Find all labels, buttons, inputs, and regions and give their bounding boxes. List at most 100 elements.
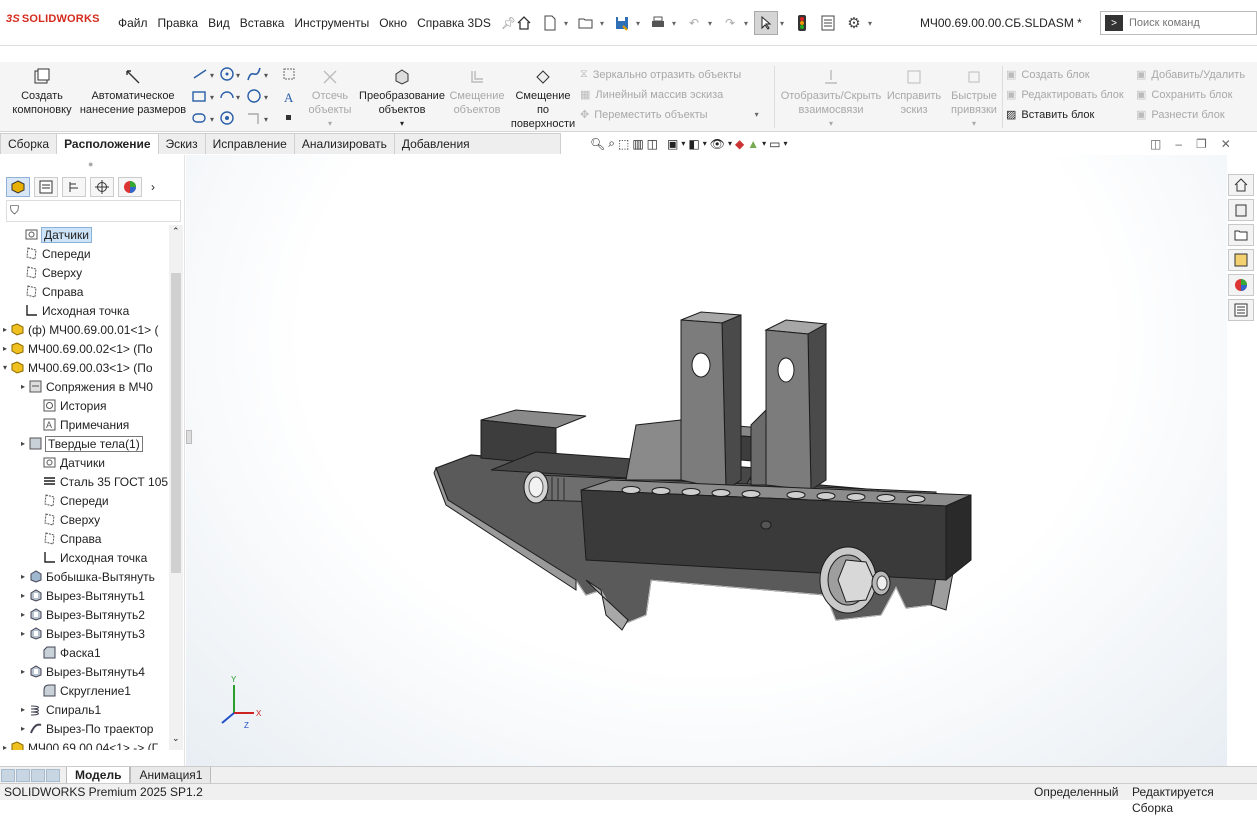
expand-toggle-icon[interactable]: ▸	[0, 344, 10, 353]
solidworks-logo[interactable]: 3S SOLIDWORKS	[6, 13, 116, 33]
expand-toggle-icon[interactable]: ▸	[18, 610, 28, 619]
expand-toggle-icon[interactable]: ▸	[18, 629, 28, 638]
tree-item[interactable]: ▸ Вырез-Вытянуть2	[18, 605, 145, 624]
expand-toggle-icon[interactable]: ▸	[18, 382, 28, 391]
tree-item[interactable]: ▸ Вырез-Вытянуть3	[18, 624, 145, 643]
design-library-icon[interactable]	[1228, 199, 1254, 221]
insert-block-button[interactable]: ▨ Вставить блок	[1006, 105, 1094, 124]
convert-entities-button[interactable]: Преобразование объектов ▾	[357, 68, 447, 131]
tree-item[interactable]: ▸ Спираль1	[18, 700, 101, 719]
select-dropdown-icon[interactable]: ▾	[780, 19, 788, 28]
undo-icon[interactable]: ↶	[682, 11, 706, 35]
last-tab-icon[interactable]	[46, 768, 60, 782]
tree-item[interactable]: Фаска1	[32, 643, 101, 662]
print-dropdown-icon[interactable]: ▾	[672, 19, 680, 28]
view-orientation-icon[interactable]: ▣	[667, 137, 678, 151]
menu-edit[interactable]: Правка	[158, 16, 199, 30]
next-tab-icon[interactable]	[31, 768, 45, 782]
file-properties-icon[interactable]	[816, 11, 840, 35]
create-layout-button[interactable]: Создать компоновку	[2, 68, 82, 117]
dimxpert-tab-icon[interactable]	[90, 177, 114, 197]
appearances-icon[interactable]	[1228, 274, 1254, 296]
prev-tab-icon[interactable]	[16, 768, 30, 782]
edit-block-button[interactable]: ▣ Редактировать блок	[1006, 85, 1124, 104]
expand-toggle-icon[interactable]: ▸	[0, 743, 10, 750]
expand-toggle-icon[interactable]: ▸	[18, 667, 28, 676]
tab-layout[interactable]: Расположение	[56, 133, 159, 154]
expand-toggle-icon[interactable]: ▾	[0, 363, 10, 372]
restore-icon[interactable]: ❐	[1196, 137, 1207, 151]
tree-item[interactable]: ▸ Вырез-По траектор	[18, 719, 153, 738]
tree-item[interactable]: Датчики	[32, 453, 105, 472]
menu-tools[interactable]: Инструменты	[294, 16, 369, 30]
new-document-icon[interactable]	[538, 11, 562, 35]
tile-icon[interactable]: ◫	[1150, 137, 1161, 151]
section-view-icon[interactable]: ▥	[632, 137, 643, 151]
move-dropdown-icon[interactable]: ▾	[755, 110, 759, 119]
expand-toggle-icon[interactable]: ▸	[0, 325, 10, 334]
move-entities-button[interactable]: ✥ Переместить объекты ▾	[580, 105, 759, 124]
expand-toggle-icon[interactable]: ▸	[18, 591, 28, 600]
panel-tabs-more-icon[interactable]: ›	[146, 177, 160, 197]
feature-manager-tab-icon[interactable]	[6, 177, 30, 197]
scene-icon[interactable]: ▲	[747, 137, 759, 151]
save-block-button[interactable]: ▣ Сохранить блок	[1136, 85, 1232, 104]
tree-item[interactable]: Датчики	[14, 225, 92, 244]
redo-dropdown-icon[interactable]: ▾	[744, 19, 752, 28]
expand-toggle-icon[interactable]: ▸	[18, 572, 28, 581]
auto-dimension-button[interactable]: Автоматическое нанесение размеров	[78, 68, 188, 117]
property-manager-tab-icon[interactable]	[34, 177, 58, 197]
tree-item[interactable]: Исходная точка	[32, 548, 147, 567]
menu-view[interactable]: Вид	[208, 16, 230, 30]
tree-item[interactable]: ▸ Вырез-Вытянуть4	[18, 662, 145, 681]
tree-item[interactable]: Сталь 35 ГОСТ 1050	[32, 472, 168, 491]
file-explorer-icon[interactable]	[1228, 224, 1254, 246]
home-icon[interactable]	[512, 11, 536, 35]
view-palette-icon[interactable]	[1228, 249, 1254, 271]
tab-sketch[interactable]: Эскиз	[157, 133, 206, 154]
new-dropdown-icon[interactable]: ▾	[564, 19, 572, 28]
command-search[interactable]: >	[1100, 11, 1257, 35]
display-monitor-icon[interactable]: ▭	[769, 137, 780, 151]
open-dropdown-icon[interactable]: ▾	[600, 19, 608, 28]
open-folder-icon[interactable]	[574, 11, 598, 35]
panel-collapse-handle[interactable]	[186, 430, 192, 444]
tree-item[interactable]: ▸ МЧ00.69.00.02<1> (По	[0, 339, 153, 358]
assembly-model[interactable]	[426, 290, 986, 640]
graphics-area[interactable]: Y X Z	[186, 155, 1227, 766]
tree-item[interactable]: История	[32, 396, 107, 415]
first-tab-icon[interactable]	[1, 768, 15, 782]
zoom-area-icon[interactable]: ⌕	[608, 136, 615, 151]
previous-view-icon[interactable]: ⬚	[618, 137, 629, 151]
configuration-manager-tab-icon[interactable]	[62, 177, 86, 197]
appearance-icon[interactable]: ◆	[735, 137, 744, 151]
scroll-down-icon[interactable]: ⌄	[172, 733, 180, 744]
repair-sketch-button[interactable]: Исправить эскиз	[884, 68, 944, 117]
menu-help[interactable]: Справка 3DS	[417, 16, 491, 30]
expand-toggle-icon[interactable]: ▸	[18, 705, 28, 714]
undo-dropdown-icon[interactable]: ▾	[708, 19, 716, 28]
mirror-entities-button[interactable]: ⧖ Зеркально отразить объекты	[580, 65, 741, 84]
redo-icon[interactable]: ↷	[718, 11, 742, 35]
tree-item[interactable]: ▸ (ф) МЧ00.69.00.01<1> (	[0, 320, 159, 339]
tab-repair[interactable]: Исправление	[204, 133, 295, 154]
tree-item[interactable]: Спереди	[14, 244, 91, 263]
save-icon[interactable]	[610, 11, 634, 35]
tree-item[interactable]: Исходная точка	[14, 301, 129, 320]
tree-item[interactable]: ▸ Вырез-Вытянуть1	[18, 586, 145, 605]
tree-filter[interactable]: ⛉	[6, 200, 181, 222]
tree-item[interactable]: A Примечания	[32, 415, 129, 434]
tree-item[interactable]: Сверху	[32, 510, 100, 529]
linear-pattern-button[interactable]: ▦ Линейный массив эскиза	[580, 85, 723, 104]
tree-item[interactable]: Спереди	[32, 491, 109, 510]
create-block-button[interactable]: ▣ Создать блок	[1006, 65, 1090, 84]
save-dropdown-icon[interactable]: ▾	[636, 19, 644, 28]
menu-file[interactable]: Файл	[118, 16, 148, 30]
display-manager-tab-icon[interactable]	[118, 177, 142, 197]
expand-toggle-icon[interactable]: ▸	[18, 439, 28, 448]
offset-on-surface-button[interactable]: Смещение по поверхности	[509, 68, 577, 131]
tree-item[interactable]: Сверху	[14, 263, 82, 282]
minimize-icon[interactable]: –	[1175, 137, 1182, 151]
dynamic-annotation-icon[interactable]: ◫	[647, 137, 658, 151]
tree-item[interactable]: ▸ Твердые тела(1)	[18, 434, 143, 453]
